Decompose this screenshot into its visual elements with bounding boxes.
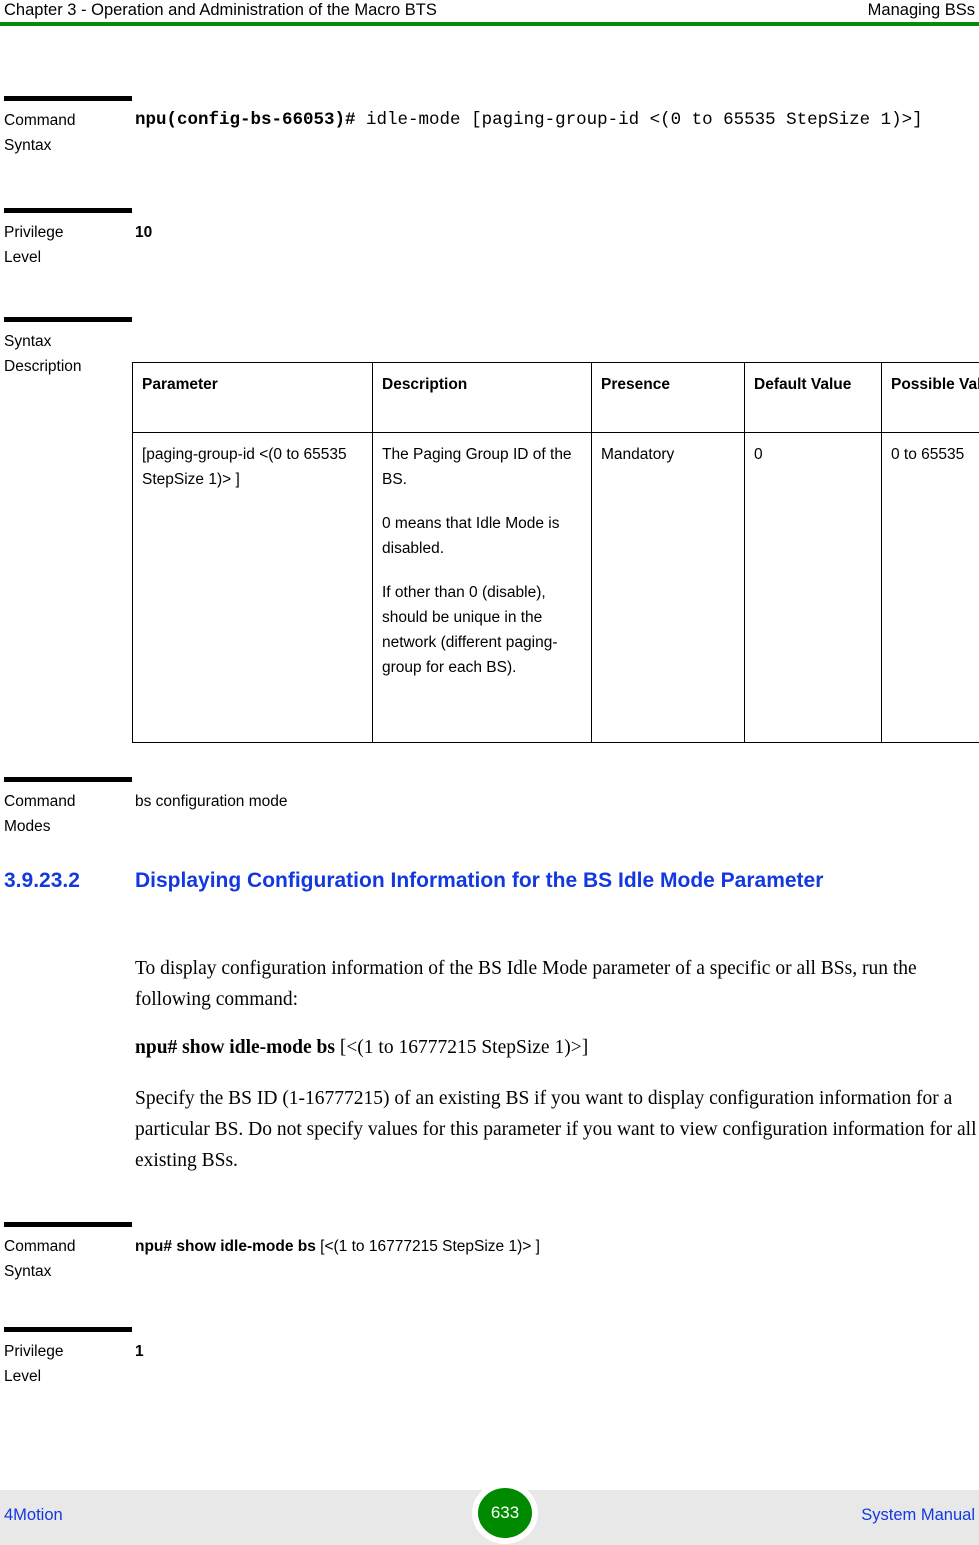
intro-paragraph: To display configuration information of …	[135, 958, 917, 1010]
command-line-args: [<(1 to 16777215 StepSize 1)>]	[334, 1037, 589, 1058]
command-syntax-label-2: Command Syntax	[4, 1234, 128, 1284]
cell-default-value: 0	[744, 432, 882, 743]
column-header-possible-values: Possible Values	[881, 362, 979, 433]
label-line-2: Syntax	[4, 137, 52, 154]
page-footer: 4Motion 633 System Manual	[0, 1482, 979, 1545]
privilege-level-value-2: 1	[135, 1339, 975, 1364]
label-line-2: Level	[4, 249, 42, 266]
privilege-level-block-2: Privilege Level 1	[0, 1327, 979, 1407]
label-line-1: Privilege	[4, 224, 64, 241]
cell-possible-values: 0 to 65535	[881, 432, 979, 743]
command-modes-label: Command Modes	[4, 789, 128, 839]
command-prompt-1: npu(config-bs-66053)#	[135, 110, 356, 130]
label-line-1: Command	[4, 112, 76, 129]
command-prompt-2: npu# show idle-mode bs	[135, 1238, 316, 1255]
detail-paragraph: Specify the BS ID (1-16777215) of an exi…	[135, 1088, 977, 1171]
table-header-row: Parameter Description Presence Default V…	[132, 362, 979, 433]
label-line-2: Level	[4, 1368, 42, 1385]
privilege-level-label-1: Privilege Level	[4, 220, 128, 270]
command-modes-value: bs configuration mode	[135, 793, 288, 810]
label-line-2: Modes	[4, 818, 51, 835]
block-rule	[4, 1222, 132, 1227]
command-syntax-value-1: npu(config-bs-66053)# idle-mode [paging-…	[135, 104, 975, 136]
command-modes-block: Command Modes bs configuration mode	[0, 777, 979, 847]
column-header-parameter: Parameter	[132, 362, 373, 433]
command-syntax-value-2: npu# show idle-mode bs [<(1 to 16777215 …	[135, 1234, 975, 1259]
command-syntax-block-1: Command Syntax npu(config-bs-66053)# idl…	[0, 96, 979, 192]
block-rule	[4, 317, 132, 322]
privilege-level-value-1: 10	[135, 220, 975, 245]
block-rule	[4, 777, 132, 782]
parameter-table: Parameter Description Presence Default V…	[132, 362, 979, 743]
header-divider-rule	[0, 22, 979, 26]
header-chapter-title: Chapter 3 - Operation and Administration…	[4, 1, 437, 19]
page-header: Chapter 3 - Operation and Administration…	[0, 0, 979, 27]
cell-presence: Mandatory	[591, 432, 745, 743]
cell-description: The Paging Group ID of the BS. 0 means t…	[372, 432, 592, 743]
description-paragraph: The Paging Group ID of the BS.	[382, 446, 572, 488]
command-args-2: [<(1 to 16777215 StepSize 1)> ]	[315, 1238, 540, 1255]
section-number: 3.9.23.2	[4, 869, 80, 892]
footer-manual-link[interactable]: System Manual	[861, 1504, 975, 1526]
page-number-badge: 633	[472, 1482, 538, 1544]
block-rule	[4, 1327, 132, 1332]
label-line-1: Command	[4, 793, 76, 810]
command-syntax-label-1: Command Syntax	[4, 108, 128, 158]
description-paragraph: 0 means that Idle Mode is disabled.	[382, 515, 560, 557]
column-header-presence: Presence	[591, 362, 745, 433]
privilege-level-number-1: 10	[135, 224, 153, 241]
command-syntax-block-2: Command Syntax npu# show idle-mode bs [<…	[0, 1222, 979, 1302]
label-line-1: Syntax	[4, 333, 52, 350]
table-row: [paging-group-id <(0 to 65535 StepSize 1…	[132, 432, 979, 743]
column-header-default-value: Default Value	[744, 362, 882, 433]
command-line-bold: npu# show idle-mode bs	[135, 1037, 335, 1058]
privilege-level-block-1: Privilege Level 10	[0, 208, 979, 288]
label-line-2: Syntax	[4, 1263, 52, 1280]
command-line-paragraph: npu# show idle-mode bs [<(1 to 16777215 …	[135, 1032, 978, 1063]
header-section-title: Managing BSs	[867, 1, 975, 19]
block-rule	[4, 208, 132, 213]
description-paragraph: If other than 0 (disable), should be uni…	[382, 584, 558, 676]
block-rule	[4, 96, 132, 101]
column-header-description: Description	[372, 362, 592, 433]
footer-product-link[interactable]: 4Motion	[4, 1504, 63, 1526]
cell-parameter: [paging-group-id <(0 to 65535 StepSize 1…	[132, 432, 373, 743]
privilege-level-label-2: Privilege Level	[4, 1339, 128, 1389]
section-title: Displaying Configuration Information for…	[135, 869, 824, 892]
syntax-description-label: Syntax Description	[4, 329, 128, 379]
label-line-1: Privilege	[4, 1343, 64, 1360]
privilege-level-number-2: 1	[135, 1343, 144, 1360]
label-line-1: Command	[4, 1238, 76, 1255]
command-args-1: idle-mode [paging-group-id <(0 to 65535 …	[355, 110, 923, 130]
label-line-2: Description	[4, 358, 82, 375]
page-number: 633	[478, 1488, 532, 1538]
